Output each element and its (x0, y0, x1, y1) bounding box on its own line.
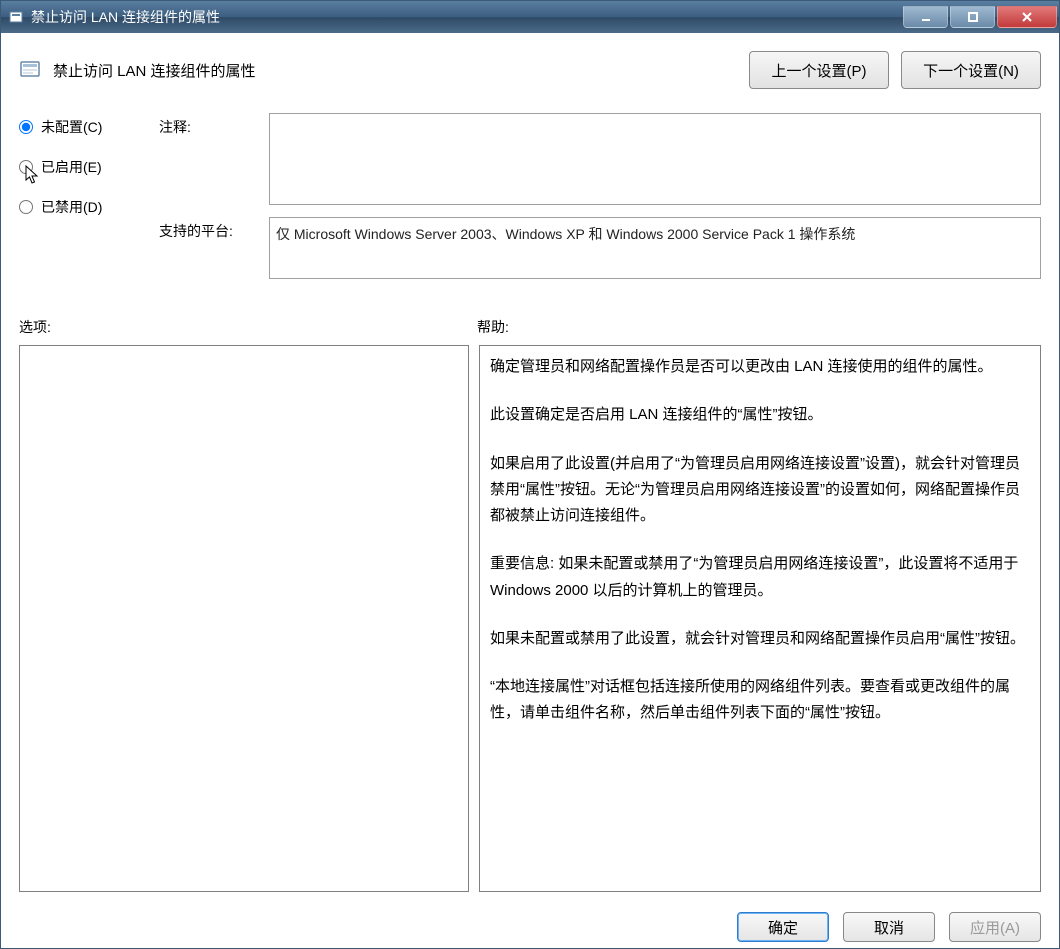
maximize-button[interactable] (950, 6, 995, 28)
comment-row: 注释: (159, 113, 1041, 205)
dialog-window: 禁止访问 LAN 连接组件的属性 禁止访问 LAN (0, 0, 1060, 949)
policy-title: 禁止访问 LAN 连接组件的属性 (53, 60, 737, 81)
radio-not-configured-input[interactable] (19, 120, 33, 134)
radio-enabled[interactable]: 已启用(E) (19, 157, 159, 177)
help-panel[interactable]: 确定管理员和网络配置操作员是否可以更改由 LAN 连接使用的组件的属性。此设置确… (479, 345, 1041, 892)
titlebar[interactable]: 禁止访问 LAN 连接组件的属性 (1, 1, 1059, 33)
minimize-button[interactable] (903, 6, 948, 28)
help-paragraph: 此设置确定是否启用 LAN 连接组件的“属性”按钮。 (490, 402, 1030, 428)
close-button[interactable] (997, 6, 1057, 28)
header-row: 禁止访问 LAN 连接组件的属性 上一个设置(P) 下一个设置(N) (19, 51, 1041, 89)
options-panel[interactable] (19, 345, 469, 892)
apply-button: 应用(A) (949, 912, 1041, 942)
platform-text[interactable] (269, 217, 1041, 279)
help-paragraph: 如果启用了此设置(并启用了“为管理员启用网络连接设置”设置)，就会针对管理员禁用… (490, 451, 1030, 530)
radio-disabled[interactable]: 已禁用(D) (19, 197, 159, 217)
ok-button[interactable]: 确定 (737, 912, 829, 942)
panel-labels: 选项: 帮助: (19, 317, 1041, 337)
options-label: 选项: (19, 317, 477, 337)
help-paragraph: 确定管理员和网络配置操作员是否可以更改由 LAN 连接使用的组件的属性。 (490, 354, 1030, 380)
comment-input[interactable] (269, 113, 1041, 205)
help-label: 帮助: (477, 317, 509, 337)
radio-group: 未配置(C) 已启用(E) 已禁用(D) (19, 113, 159, 217)
radio-disabled-input[interactable] (19, 200, 33, 214)
client-area: 禁止访问 LAN 连接组件的属性 上一个设置(P) 下一个设置(N) 未配置(C… (1, 33, 1059, 948)
button-bar: 确定 取消 应用(A) (19, 904, 1041, 948)
radio-enabled-label[interactable]: 已启用(E) (41, 157, 102, 177)
radio-not-configured-label[interactable]: 未配置(C) (41, 117, 102, 137)
help-paragraph: 如果未配置或禁用了此设置，就会针对管理员和网络配置操作员启用“属性”按钮。 (490, 626, 1030, 652)
help-paragraph: 重要信息: 如果未配置或禁用了“为管理员启用网络连接设置”，此设置将不适用于 W… (490, 551, 1030, 604)
radio-not-configured[interactable]: 未配置(C) (19, 117, 159, 137)
platform-row: 支持的平台: (159, 217, 1041, 279)
fields-column: 注释: 支持的平台: (159, 113, 1041, 291)
comment-label: 注释: (159, 113, 269, 137)
radio-enabled-input[interactable] (19, 160, 33, 174)
platform-label: 支持的平台: (159, 217, 269, 241)
help-paragraph: “本地连接属性”对话框包括连接所使用的网络组件列表。要查看或更改组件的属性，请单… (490, 674, 1030, 727)
app-icon (9, 9, 25, 25)
panels-row: 确定管理员和网络配置操作员是否可以更改由 LAN 连接使用的组件的属性。此设置确… (19, 345, 1041, 892)
next-setting-button[interactable]: 下一个设置(N) (901, 51, 1041, 89)
policy-icon (19, 58, 43, 82)
config-row: 未配置(C) 已启用(E) 已禁用(D) 注释: (19, 113, 1041, 291)
radio-disabled-label[interactable]: 已禁用(D) (41, 197, 102, 217)
cancel-button[interactable]: 取消 (843, 912, 935, 942)
window-title: 禁止访问 LAN 连接组件的属性 (31, 7, 901, 27)
previous-setting-button[interactable]: 上一个设置(P) (749, 51, 889, 89)
